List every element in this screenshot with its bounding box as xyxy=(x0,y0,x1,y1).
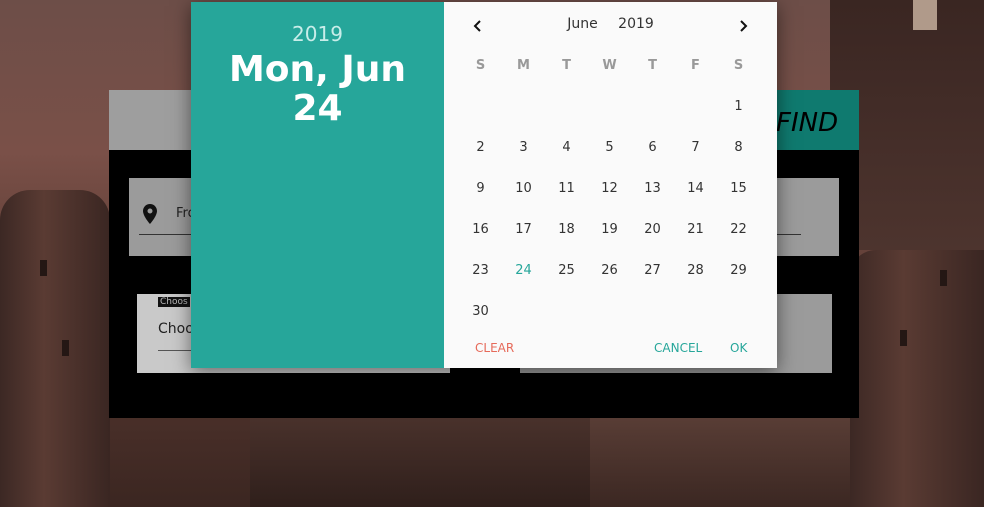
calendar-day[interactable]: 28 xyxy=(674,250,717,291)
fortress-wall-lower-right xyxy=(590,410,850,507)
weekday-header-row: SMTWTFS xyxy=(459,58,763,73)
calendar-day-selected[interactable]: 24 xyxy=(502,250,545,291)
find-button[interactable]: FIND xyxy=(776,90,859,150)
calendar-empty-cell xyxy=(459,86,502,127)
fortress-tower-left xyxy=(0,190,110,507)
wall-slot xyxy=(900,330,907,346)
wall-slot xyxy=(62,340,69,356)
calendar-day[interactable]: 27 xyxy=(631,250,674,291)
fortress-wall-center xyxy=(250,415,610,507)
calendar-day[interactable]: 9 xyxy=(459,168,502,209)
wall-slot xyxy=(40,260,47,276)
location-pin-icon xyxy=(143,204,157,224)
calendar-day[interactable]: 17 xyxy=(502,209,545,250)
picker-actions: CLEAR CANCEL OK xyxy=(444,339,777,359)
weekday-label: F xyxy=(691,58,700,73)
calendar-day[interactable]: 30 xyxy=(459,291,502,332)
calendar-day[interactable]: 21 xyxy=(674,209,717,250)
calendar-day[interactable]: 18 xyxy=(545,209,588,250)
calendar-empty-cell xyxy=(588,86,631,127)
calendar-day[interactable]: 12 xyxy=(588,168,631,209)
next-month-button[interactable] xyxy=(731,14,755,38)
calendar-day[interactable]: 1 xyxy=(717,86,760,127)
date-picker-dialog: 2019 Mon, Jun 24 June 2019 SMTWTFS 12345… xyxy=(191,2,777,368)
header-date-line1: Mon, Jun xyxy=(228,49,407,90)
fortress-tower-right xyxy=(850,250,984,507)
find-button-label: FIND xyxy=(776,108,839,138)
wall-slot xyxy=(940,270,947,286)
calendar-empty-cell xyxy=(674,86,717,127)
weekday-label: M xyxy=(517,58,530,73)
calendar-body: June 2019 SMTWTFS 1 2 3 4 5 6 7 8 9 10 11 12 13 14 15 1… xyxy=(444,2,777,368)
calendar-day[interactable]: 16 xyxy=(459,209,502,250)
calendar-day[interactable]: 3 xyxy=(502,127,545,168)
header-selected-date: Mon, Jun 24 xyxy=(191,50,444,128)
calendar-empty-cell xyxy=(545,86,588,127)
calendar-day[interactable]: 14 xyxy=(674,168,717,209)
clear-button[interactable]: CLEAR xyxy=(475,341,514,355)
calendar-day[interactable]: 10 xyxy=(502,168,545,209)
weekday-label: S xyxy=(475,58,486,73)
sky-highlight xyxy=(913,0,937,30)
calendar-day[interactable]: 13 xyxy=(631,168,674,209)
month-year-label: June 2019 xyxy=(444,16,777,32)
calendar-day[interactable]: 29 xyxy=(717,250,760,291)
chevron-right-icon xyxy=(740,20,748,32)
header-date-line2: 24 xyxy=(292,88,343,129)
calendar-empty-cell xyxy=(631,86,674,127)
calendar-day[interactable]: 4 xyxy=(545,127,588,168)
calendar-day[interactable]: 25 xyxy=(545,250,588,291)
calendar-day[interactable]: 26 xyxy=(588,250,631,291)
date-field-value: Choo xyxy=(158,321,194,337)
calendar-day[interactable]: 2 xyxy=(459,127,502,168)
calendar-day[interactable]: 23 xyxy=(459,250,502,291)
weekday-label: T xyxy=(648,58,657,73)
year-select[interactable]: 2019 xyxy=(618,16,654,32)
calendar-day-grid: 1 2 3 4 5 6 7 8 9 10 11 12 13 14 15 16 17 18 19 20 21 22 23 24 2… xyxy=(459,86,763,332)
weekday-label: S xyxy=(733,58,744,73)
calendar-day[interactable]: 11 xyxy=(545,168,588,209)
weekday-label: T xyxy=(562,58,571,73)
date-picker-header: 2019 Mon, Jun 24 xyxy=(191,2,444,368)
calendar-day[interactable]: 22 xyxy=(717,209,760,250)
calendar-day[interactable]: 6 xyxy=(631,127,674,168)
weekday-label: W xyxy=(602,58,617,73)
calendar-day[interactable]: 8 xyxy=(717,127,760,168)
ok-button[interactable]: OK xyxy=(730,341,747,355)
calendar-day[interactable]: 19 xyxy=(588,209,631,250)
calendar-day[interactable]: 20 xyxy=(631,209,674,250)
calendar-empty-cell xyxy=(502,86,545,127)
date-field-label: Choos xyxy=(158,297,190,307)
header-year[interactable]: 2019 xyxy=(191,22,444,46)
calendar-day[interactable]: 15 xyxy=(717,168,760,209)
calendar-day[interactable]: 7 xyxy=(674,127,717,168)
cancel-button[interactable]: CANCEL xyxy=(654,341,702,355)
calendar-day[interactable]: 5 xyxy=(588,127,631,168)
month-select[interactable]: June xyxy=(567,16,598,32)
